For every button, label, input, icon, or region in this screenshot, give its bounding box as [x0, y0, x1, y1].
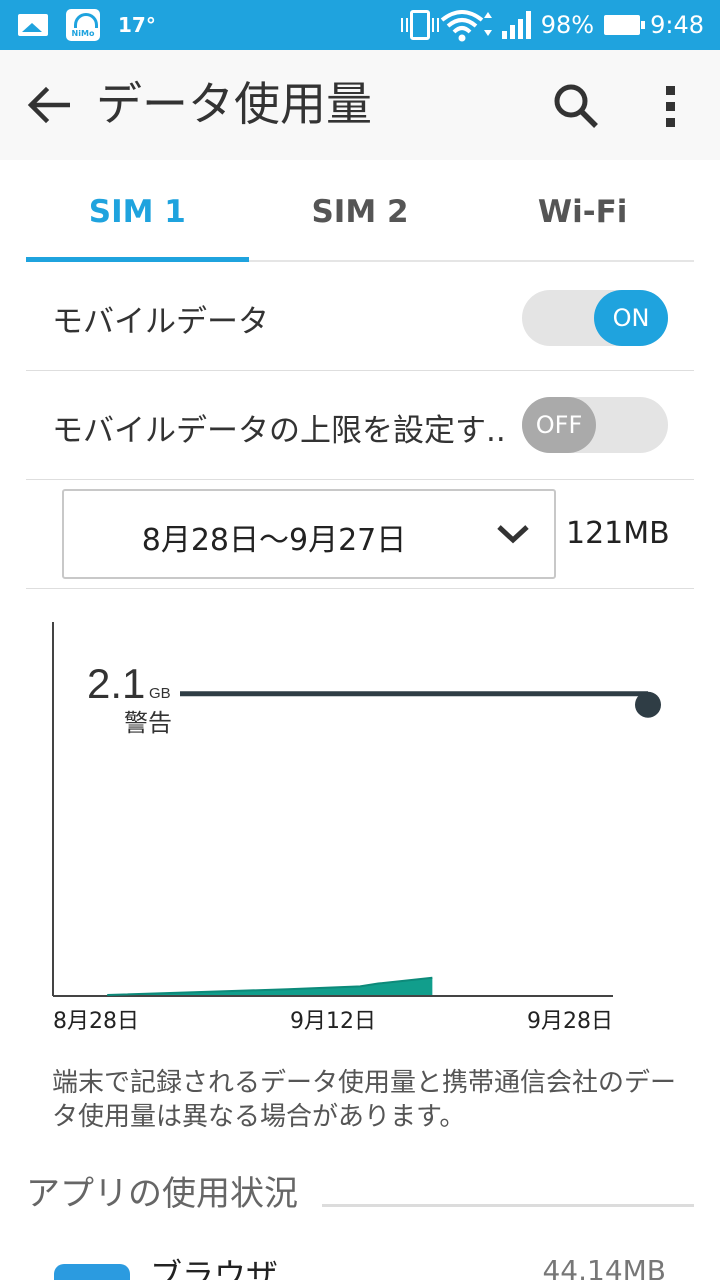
vibrate-icon [400, 10, 439, 40]
chevron-down-icon [497, 525, 529, 544]
more-options-icon[interactable] [656, 84, 686, 130]
section-divider [322, 1204, 694, 1207]
app-usage-section: アプリの使用状況 [26, 1172, 694, 1216]
image-notification-icon [18, 14, 48, 36]
data-limit-toggle-state: OFF [522, 397, 596, 453]
back-arrow-icon[interactable] [26, 85, 70, 125]
period-range: 8月28日〜9月27日 [141, 523, 407, 558]
data-limit-toggle[interactable]: OFF [522, 397, 668, 453]
app-usage-amount: 44.14MB [542, 1254, 666, 1280]
x-tick-label-start: 8月28日 [53, 1009, 139, 1034]
divider [26, 588, 694, 589]
signal-icon [501, 11, 531, 39]
wifi-icon [440, 10, 492, 42]
warning-value: 2.1 [87, 660, 145, 707]
tab-sim1[interactable]: SIM 1 [26, 160, 249, 262]
period-dropdown[interactable]: 8月28日〜9月27日 [62, 489, 556, 579]
period-usage-total: 121MB [566, 516, 670, 551]
mobile-data-toggle-state: ON [594, 290, 668, 346]
sim-tabs: SIM 1 SIM 2 Wi-Fi [26, 160, 694, 262]
app-usage-row[interactable]: ブラウザ 44.14MB [26, 1240, 694, 1280]
tab-sim2[interactable]: SIM 2 [249, 160, 472, 260]
warning-label: 警告 [124, 709, 172, 737]
battery-icon [604, 15, 646, 35]
nimo-app-icon: NiMo [66, 9, 100, 41]
mobile-data-label: モバイルデータ [52, 304, 269, 340]
tab-wifi[interactable]: Wi-Fi [471, 160, 694, 260]
data-limit-label: モバイルデータの上限を設定す.. [52, 413, 506, 449]
battery-percent: 98% [540, 11, 595, 39]
app-name: ブラウザ [150, 1256, 279, 1280]
app-bar: データ使用量 [0, 50, 720, 160]
x-tick-label-mid: 9月12日 [290, 1009, 376, 1034]
temperature-text: 17° [118, 13, 156, 37]
usage-area [107, 977, 433, 995]
clock: 9:48 [650, 11, 704, 39]
data-usage-chart: 2.1 GB 警告 8月28日 9月12日 9月28日 [52, 622, 661, 1034]
x-tick-label-end: 9月28日 [527, 1009, 613, 1034]
warning-limit-handle[interactable] [635, 691, 661, 718]
warning-unit: GB [149, 685, 171, 702]
search-icon[interactable] [552, 82, 600, 130]
browser-icon [54, 1264, 130, 1280]
mobile-data-toggle[interactable]: ON [522, 290, 668, 346]
usage-disclaimer: 端末で記録されるデータ使用量と携帯通信会社のデータ使用量は異なる場合があります。 [52, 1068, 677, 1132]
page-title: データ使用量 [96, 77, 372, 131]
data-limit-row[interactable]: モバイルデータの上限を設定す.. OFF [26, 371, 694, 480]
status-bar: NiMo 17° 98% 9:48 [0, 0, 720, 50]
section-title: アプリの使用状況 [26, 1172, 310, 1216]
mobile-data-row[interactable]: モバイルデータ ON [26, 262, 694, 371]
